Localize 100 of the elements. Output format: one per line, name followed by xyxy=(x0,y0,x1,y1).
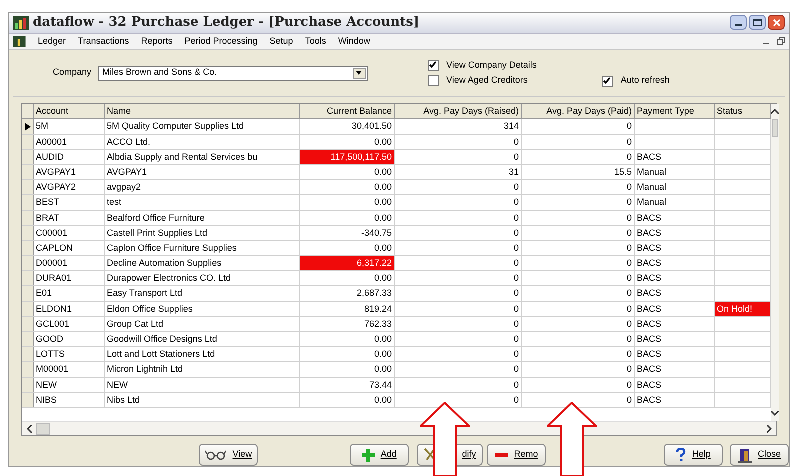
table-cell: Lott and Lott Stationers Ltd xyxy=(105,347,300,362)
table-cell: Micron Lightnih Ltd xyxy=(105,362,300,377)
table-cell: BACS xyxy=(635,256,715,270)
table-cell: BEST xyxy=(34,195,105,210)
menu-item[interactable]: Tools xyxy=(305,34,326,48)
caret-icon xyxy=(356,71,362,76)
app-icon xyxy=(13,36,26,47)
close-button[interactable]: Close xyxy=(730,444,789,466)
table-cell: E01 xyxy=(34,286,105,301)
column-header[interactable]: Avg. Pay Days (Paid) xyxy=(522,104,635,118)
table-cell: Decline Automation Supplies xyxy=(105,256,300,270)
table-cell: Manual xyxy=(635,164,715,180)
table-cell: C00001 xyxy=(34,226,105,240)
table-cell: ELDON1 xyxy=(34,302,105,316)
table-cell: GCL001 xyxy=(34,316,105,332)
company-label: Company xyxy=(53,66,92,80)
view-button[interactable]: View xyxy=(199,444,258,466)
scroll-right-icon[interactable] xyxy=(766,424,772,432)
table-cell: 5M xyxy=(34,119,105,134)
table-cell: avgpay2 xyxy=(105,180,300,194)
window-title: dataflow - 32 Purchase Ledger - [Purchase Accounts] xyxy=(33,14,420,32)
table-cell: On Hold! xyxy=(715,302,771,316)
scroll-left-icon[interactable] xyxy=(26,424,32,432)
table-cell: BACS xyxy=(635,226,715,240)
table-cell: AVGPAY1 xyxy=(105,164,300,180)
checkbox-label: Auto refresh xyxy=(620,74,670,88)
close-button[interactable] xyxy=(768,15,785,30)
table-cell: NEW xyxy=(105,378,300,392)
table-cell: M00001 xyxy=(34,362,105,377)
plus-icon xyxy=(362,448,375,462)
table-cell: BACS xyxy=(635,240,715,256)
table-cell: Manual xyxy=(635,195,715,210)
table-cell: BACS xyxy=(635,362,715,377)
table-cell: AVGPAY2 xyxy=(34,180,105,194)
table-cell: BACS xyxy=(635,332,715,346)
table-cell: BACS xyxy=(635,302,715,316)
scroll-down-icon[interactable] xyxy=(771,411,779,416)
table-cell: Goodwill Office Designs Ltd xyxy=(105,332,300,346)
table-cell: ACCO Ltd. xyxy=(105,134,300,149)
column-header[interactable]: Avg. Pay Days (Raised) xyxy=(395,104,522,118)
add-button[interactable]: Add xyxy=(350,444,409,466)
table-cell: A00001 xyxy=(34,134,105,149)
company-dropdown[interactable]: Miles Brown and Sons & Co. xyxy=(98,66,368,81)
scroll-up-icon[interactable] xyxy=(771,109,779,114)
minus-icon xyxy=(495,452,508,458)
table-cell: AVGPAY1 xyxy=(34,164,105,180)
table-cell: Nibs Ltd xyxy=(105,392,300,407)
table-cell: 6,317.22 xyxy=(300,256,395,270)
row-indicator[interactable] xyxy=(22,119,34,134)
table-cell: Bealford Office Furniture xyxy=(105,210,300,225)
column-header[interactable]: Current Balance xyxy=(300,104,395,118)
menu-item[interactable]: Transactions xyxy=(78,34,130,48)
close-icon xyxy=(772,18,780,27)
help-button[interactable]: Help xyxy=(664,444,724,466)
checkbox[interactable] xyxy=(428,60,439,71)
menu-item[interactable]: Reports xyxy=(141,34,173,48)
table-cell: BACS xyxy=(635,210,715,225)
menu-item[interactable]: Period Processing xyxy=(184,34,258,48)
table-cell: Group Cat Ltd xyxy=(105,316,300,332)
table-cell: BACS xyxy=(635,392,715,407)
remove-button[interactable]: Remo xyxy=(487,444,546,466)
table-cell: NEW xyxy=(34,378,105,392)
table-cell: GOOD xyxy=(34,332,105,346)
checkbox-label: View Company Details xyxy=(446,58,537,72)
table-cell: test xyxy=(105,195,300,210)
vertical-scrollbar[interactable] xyxy=(771,104,779,421)
table-cell: BACS xyxy=(635,378,715,392)
column-header[interactable]: Payment Type xyxy=(635,104,715,118)
menu-item[interactable]: Setup xyxy=(270,34,294,48)
table-cell: Castell Print Supplies Ltd xyxy=(105,226,300,240)
column-header[interactable]: Name xyxy=(105,104,300,118)
checkbox[interactable] xyxy=(602,76,613,87)
table-cell: Caplon Office Furniture Supplies xyxy=(105,240,300,256)
menu-item[interactable]: Ledger xyxy=(38,34,66,48)
table-cell: 117,500,117.50 xyxy=(300,150,395,164)
table-cell: Durapower Electronics CO. Ltd xyxy=(105,271,300,286)
menu-item[interactable]: Window xyxy=(338,34,370,48)
app-icon xyxy=(13,16,29,30)
table-cell: NIBS xyxy=(34,392,105,407)
table-cell: Eldon Office Supplies xyxy=(105,302,300,316)
maximize-button[interactable] xyxy=(749,15,766,30)
checkbox[interactable] xyxy=(428,75,439,86)
scroll-thumb[interactable] xyxy=(772,119,778,138)
horizontal-scrollbar[interactable] xyxy=(22,421,776,435)
minimize-button[interactable] xyxy=(730,15,747,30)
table-cell: BACS xyxy=(635,271,715,286)
table-cell: DURA01 xyxy=(34,271,105,286)
table-cell: Manual xyxy=(635,180,715,194)
restore-icon[interactable] xyxy=(777,37,785,46)
glasses-icon xyxy=(204,450,227,460)
table-cell: BACS xyxy=(635,316,715,332)
scroll-thumb[interactable] xyxy=(36,422,50,434)
table-cell: Albdia Supply and Rental Services bu xyxy=(105,150,300,164)
table-cell: Easy Transport Ltd xyxy=(105,286,300,301)
column-header[interactable]: Account xyxy=(34,104,105,118)
checkbox-label: View Aged Creditors xyxy=(446,74,528,88)
table-cell: D00001 xyxy=(34,256,105,270)
table-cell: BACS xyxy=(635,286,715,301)
door-icon xyxy=(738,448,752,462)
table-cell: LOTTS xyxy=(34,347,105,362)
